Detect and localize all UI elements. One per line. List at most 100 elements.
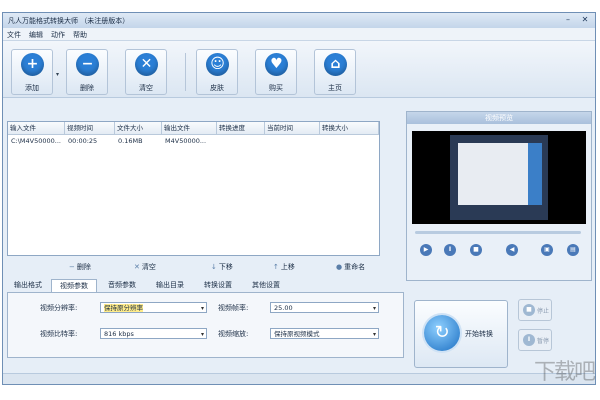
status-bar: [3, 373, 595, 384]
add-button[interactable]: + 添加: [11, 49, 53, 95]
tab-audio-params[interactable]: 音频参数: [99, 279, 145, 292]
add-icon: +: [21, 53, 44, 76]
stop-button[interactable]: ■ 停止: [518, 299, 552, 321]
snapshot-icon[interactable]: ▣: [541, 244, 553, 256]
list-action-bar: − 删除 ✕ 清空 ↓ 下移 ↑ 上移 ● 重命名: [7, 257, 380, 277]
play-icon[interactable]: ▶: [420, 244, 432, 256]
tab-output-format[interactable]: 输出格式: [7, 279, 49, 292]
start-convert-label: 开始转换: [465, 330, 493, 338]
col-current-time[interactable]: 当前时间: [265, 122, 320, 134]
home-button[interactable]: ⌂ 主页: [314, 49, 356, 95]
tab-output-dir[interactable]: 输出目录: [147, 279, 193, 292]
remove-label: 删除: [80, 84, 94, 92]
file-table[interactable]: 输入文件 视频时间 文件大小 输出文件 转换进度 当前时间 转换大小 C:\M4…: [7, 121, 380, 256]
toolbar: + 添加 ▾ − 删除 ✕ 清空 ☺ 皮肤 ♥ 购买 ⌂ 主页: [3, 41, 595, 98]
cell-file-size: 0.16MB: [118, 137, 143, 145]
start-convert-button[interactable]: ↻ 开始转换: [414, 300, 508, 368]
clear-button[interactable]: ✕ 清空: [125, 49, 167, 95]
menu-help[interactable]: 帮助: [73, 30, 87, 40]
cart-icon: ♥: [265, 53, 288, 76]
stop-icon[interactable]: ■: [470, 244, 482, 256]
cell-video-time: 00:00:25: [68, 137, 98, 145]
close-button[interactable]: ✕: [579, 15, 591, 25]
clear-list-icon: ✕: [134, 263, 140, 271]
skin-label: 皮肤: [210, 84, 224, 92]
framerate-label: 视频帧率:: [218, 304, 249, 312]
cell-output-file: M4V50000...: [165, 137, 207, 145]
home-icon: ⌂: [324, 53, 347, 76]
scale-value: 保持原视频模式: [274, 330, 320, 338]
window-title: 凡人万能格式转换大师 （未注册版本）: [8, 17, 130, 25]
rename-button[interactable]: ● 重命名: [336, 262, 365, 272]
list-delete-button[interactable]: − 删除: [69, 262, 91, 272]
resolution-value: 保持原分辨率: [104, 304, 143, 312]
col-video-time[interactable]: 视频时间: [65, 122, 115, 134]
col-file-size[interactable]: 文件大小: [115, 122, 162, 134]
move-up-icon: ↑: [273, 263, 279, 271]
settings-tabs: 输出格式 视频参数 音频参数 输出目录 转换设置 其他设置: [7, 279, 404, 292]
video-params-panel: 视频分辨率: 保持原分辨率 ▾ 视频帧率: 25.00 ▾ 视频比特率: 816…: [7, 292, 404, 358]
bitrate-label: 视频比特率:: [40, 330, 78, 338]
move-up-button[interactable]: ↑ 上移: [273, 262, 295, 272]
menu-bar: 文件 编辑 动作 帮助: [3, 28, 595, 41]
move-down-button[interactable]: ↓ 下移: [211, 262, 233, 272]
pause-icon[interactable]: Ⅱ: [444, 244, 456, 256]
cell-input-file: C:\M4V50000...: [11, 137, 61, 145]
col-progress[interactable]: 转换进度: [217, 122, 265, 134]
menu-edit[interactable]: 编辑: [29, 30, 43, 40]
pause-label: 暂停: [537, 338, 550, 345]
home-label: 主页: [328, 84, 342, 92]
menu-action[interactable]: 动作: [51, 30, 65, 40]
move-down-icon: ↓: [211, 263, 217, 271]
list-clear-button[interactable]: ✕ 清空: [134, 262, 156, 272]
chevron-down-icon: ▾: [200, 305, 204, 312]
table-header: 输入文件 视频时间 文件大小 输出文件 转换进度 当前时间 转换大小: [8, 122, 379, 135]
delete-icon: −: [69, 263, 75, 271]
skin-icon: ☺: [206, 53, 229, 76]
remove-icon: −: [76, 53, 99, 76]
watermark: 下载吧: [533, 360, 596, 385]
framerate-value: 25.00: [274, 304, 293, 312]
buy-button[interactable]: ♥ 购买: [255, 49, 297, 95]
add-dropdown-arrow[interactable]: ▾: [56, 71, 59, 78]
fullscreen-icon[interactable]: ▤: [567, 244, 579, 256]
convert-icon: ↻: [424, 315, 460, 351]
buy-label: 购买: [269, 84, 283, 92]
preview-screen: [412, 131, 586, 224]
volume-icon[interactable]: ◀: [506, 244, 518, 256]
remove-button[interactable]: − 删除: [66, 49, 108, 95]
clear-label: 清空: [139, 84, 153, 92]
minimize-button[interactable]: –: [562, 15, 574, 25]
col-input-file[interactable]: 输入文件: [8, 122, 65, 134]
preview-frame-image: [450, 135, 548, 220]
skin-button[interactable]: ☺ 皮肤: [196, 49, 238, 95]
add-label: 添加: [25, 84, 39, 92]
chevron-down-icon: ▾: [372, 331, 376, 338]
tab-convert-settings[interactable]: 转换设置: [195, 279, 241, 292]
bitrate-select[interactable]: 816 kbps ▾: [100, 328, 207, 339]
pause-button[interactable]: Ⅱ 暂停: [518, 329, 552, 351]
resolution-label: 视频分辨率:: [40, 304, 78, 312]
title-bar: 凡人万能格式转换大师 （未注册版本） – ✕: [3, 13, 595, 28]
preview-title: 视频预览: [407, 112, 591, 124]
menu-file[interactable]: 文件: [7, 30, 21, 40]
pause-icon: Ⅱ: [523, 334, 535, 346]
col-output-file[interactable]: 输出文件: [162, 122, 217, 134]
toolbar-separator: [185, 53, 186, 91]
tab-other-settings[interactable]: 其他设置: [243, 279, 289, 292]
stop-label: 停止: [537, 308, 550, 315]
resolution-select[interactable]: 保持原分辨率 ▾: [100, 302, 207, 313]
chevron-down-icon: ▾: [372, 305, 376, 312]
clear-icon: ✕: [135, 53, 158, 76]
chevron-down-icon: ▾: [200, 331, 204, 338]
app-window: 凡人万能格式转换大师 （未注册版本） – ✕ 文件 编辑 动作 帮助 + 添加 …: [2, 12, 596, 385]
tab-video-params[interactable]: 视频参数: [51, 279, 97, 292]
seek-bar[interactable]: [415, 231, 581, 234]
framerate-select[interactable]: 25.00 ▾: [270, 302, 379, 313]
stop-icon: ■: [523, 304, 535, 316]
rename-icon: ●: [336, 263, 343, 271]
col-converted-size[interactable]: 转换大小: [320, 122, 379, 134]
video-preview-panel: 视频预览 ▶ Ⅱ ■ ◀ ▣ ▤: [406, 111, 592, 281]
bitrate-value: 816 kbps: [104, 330, 134, 338]
scale-select[interactable]: 保持原视频模式 ▾: [270, 328, 379, 339]
